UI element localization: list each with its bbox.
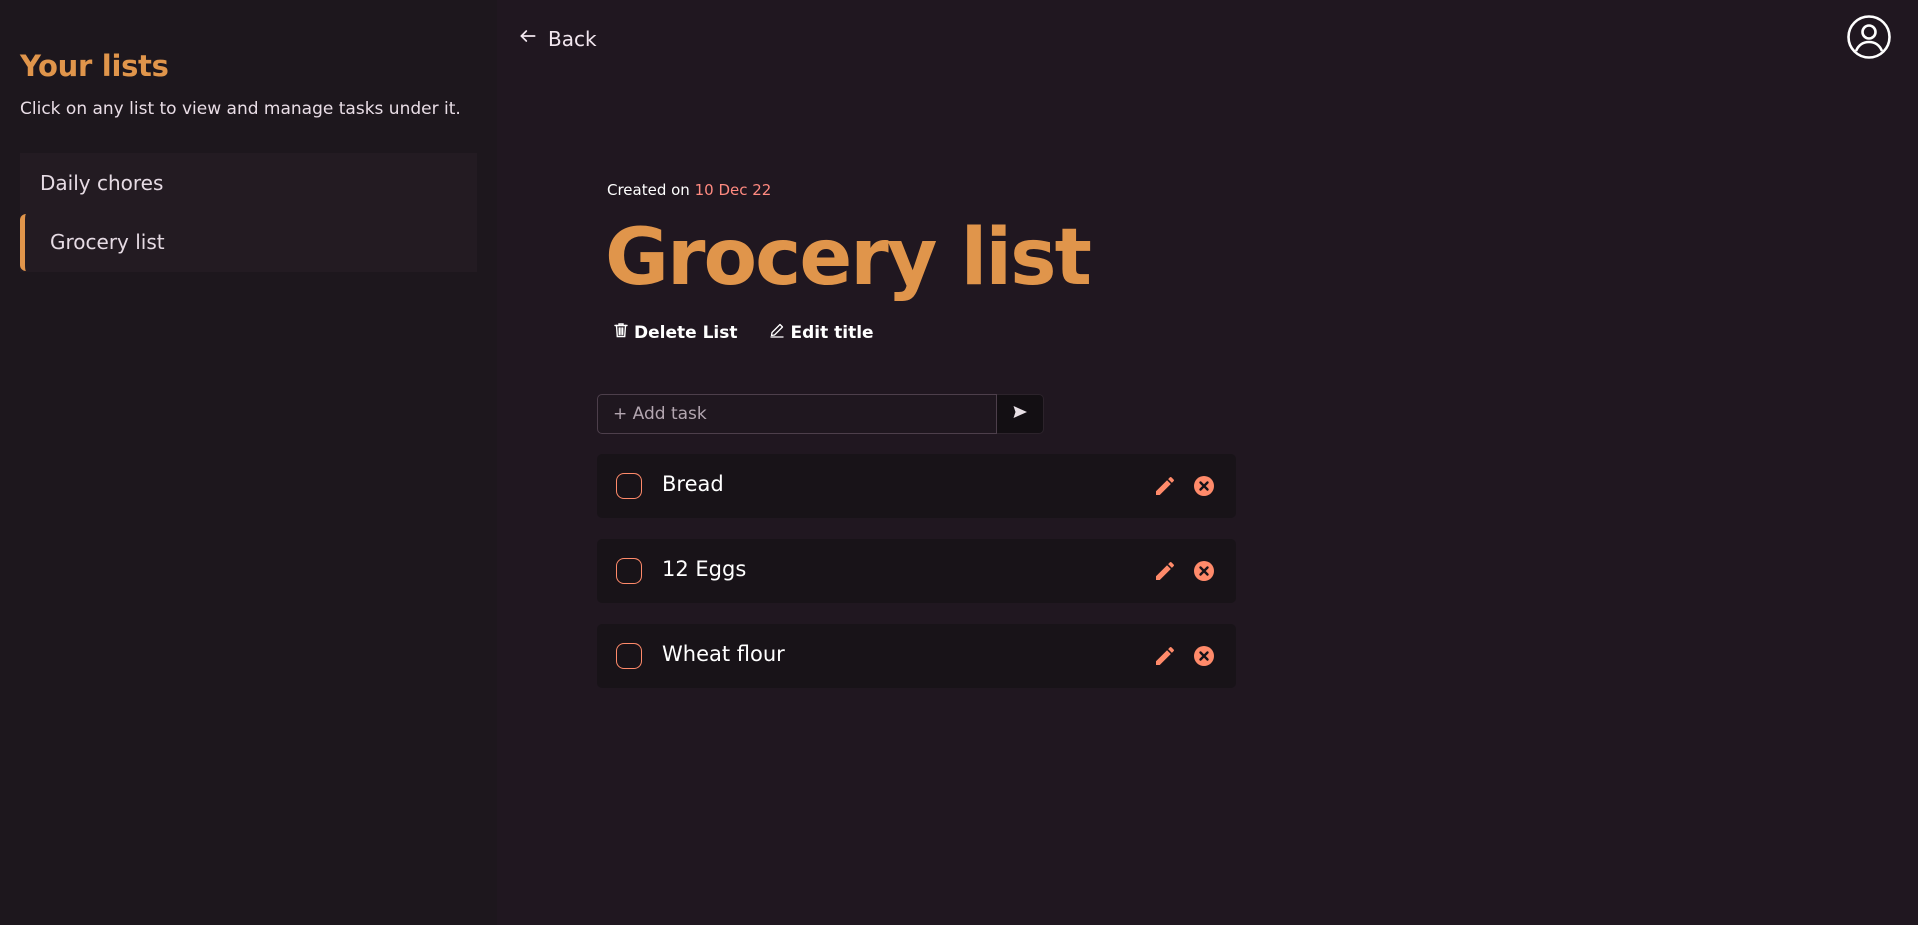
delete-circle-icon[interactable] bbox=[1192, 474, 1216, 498]
pencil-icon[interactable] bbox=[1153, 474, 1177, 498]
delete-list-button[interactable]: Delete List bbox=[613, 322, 737, 343]
add-task-form bbox=[597, 394, 1044, 434]
task-checkbox[interactable] bbox=[616, 558, 642, 584]
pencil-icon[interactable] bbox=[1153, 559, 1177, 583]
list-actions: Delete List Edit title bbox=[613, 322, 874, 343]
task-row: 12 Eggs bbox=[597, 539, 1236, 603]
sidebar-item-grocery-list[interactable]: Grocery list bbox=[20, 214, 477, 271]
created-date: 10 Dec 22 bbox=[694, 181, 772, 199]
created-info: Created on 10 Dec 22 bbox=[607, 181, 771, 199]
task-tools bbox=[1153, 559, 1216, 583]
sidebar-title: Your lists bbox=[20, 49, 169, 83]
created-prefix: Created on bbox=[607, 181, 690, 199]
arrow-left-icon bbox=[518, 26, 538, 51]
back-button[interactable]: Back bbox=[518, 26, 597, 51]
task-text: Wheat flour bbox=[662, 642, 785, 666]
edit-title-button[interactable]: Edit title bbox=[769, 322, 874, 343]
sidebar-subtitle: Click on any list to view and manage tas… bbox=[20, 99, 461, 119]
lists-nav: Daily chores Grocery list bbox=[20, 153, 477, 272]
pencil-outline-icon bbox=[769, 322, 785, 343]
add-task-input[interactable] bbox=[597, 394, 997, 434]
page-title: Grocery list bbox=[605, 213, 1092, 303]
delete-list-label: Delete List bbox=[634, 322, 738, 343]
task-tools bbox=[1153, 474, 1216, 498]
task-checkbox[interactable] bbox=[616, 473, 642, 499]
task-list: Bread 12 Eggs Wheat flour bbox=[597, 454, 1236, 709]
task-checkbox[interactable] bbox=[616, 643, 642, 669]
pencil-icon[interactable] bbox=[1153, 644, 1177, 668]
back-label: Back bbox=[548, 26, 597, 51]
user-circle-icon[interactable] bbox=[1846, 14, 1892, 60]
task-row: Bread bbox=[597, 454, 1236, 518]
edit-title-label: Edit title bbox=[790, 322, 874, 343]
send-icon bbox=[1012, 404, 1028, 424]
task-tools bbox=[1153, 644, 1216, 668]
sidebar: Your lists Click on any list to view and… bbox=[0, 0, 497, 925]
delete-circle-icon[interactable] bbox=[1192, 559, 1216, 583]
task-row: Wheat flour bbox=[597, 624, 1236, 688]
sidebar-item-daily-chores[interactable]: Daily chores bbox=[20, 153, 477, 213]
add-task-submit-button[interactable] bbox=[997, 394, 1044, 434]
task-text: 12 Eggs bbox=[662, 557, 747, 581]
trash-icon bbox=[613, 322, 629, 343]
delete-circle-icon[interactable] bbox=[1192, 644, 1216, 668]
task-text: Bread bbox=[662, 472, 724, 496]
